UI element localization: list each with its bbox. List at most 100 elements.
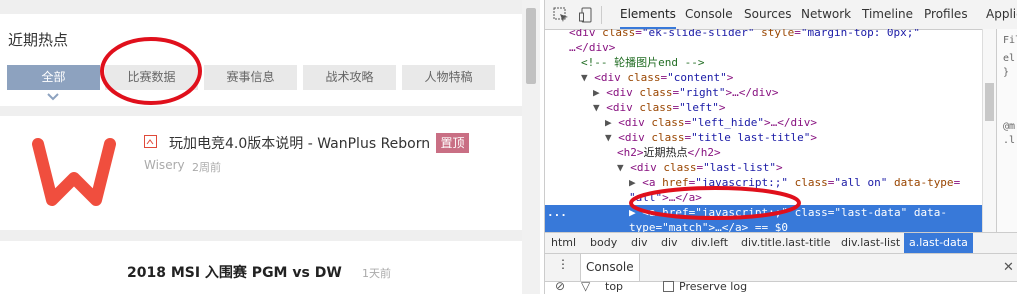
dom-token: "left" — [679, 101, 719, 114]
dom-token: "right" — [679, 86, 726, 99]
dom-token: href — [662, 176, 689, 189]
tab-profiles[interactable]: 人物特稿 — [402, 65, 495, 90]
filter-icon[interactable]: ▽ — [581, 279, 590, 293]
dom-token: "margin-top: 0px;" — [800, 29, 921, 39]
expand-triangle-icon[interactable]: ▼ — [605, 131, 618, 144]
dom-node[interactable]: <div class="ek-slide-slider" style="marg… — [545, 29, 982, 40]
preserve-log-checkbox[interactable] — [663, 281, 674, 292]
dom-token: "javascript:;" — [695, 176, 788, 189]
dom-node-selected[interactable]: type="match">…</a> == $0 — [545, 220, 982, 232]
tab-event-info[interactable]: 赛事信息 — [204, 65, 297, 90]
tab-tactics[interactable]: 战术攻略 — [303, 65, 396, 90]
dom-node[interactable]: ▼ <div class="title last-title"> — [545, 130, 982, 145]
console-toolbar: ⊘ ▽ top Preserve log — [545, 279, 1017, 294]
dom-token: div — [575, 29, 603, 39]
dom-node[interactable]: ▼ <div class="last-list"> — [545, 160, 982, 175]
tab-network[interactable]: Network — [801, 0, 851, 29]
dom-token: "last-data" — [834, 206, 908, 219]
dom-token: > — [718, 101, 726, 114]
inspect-element-icon[interactable] — [553, 7, 569, 23]
dom-node[interactable]: ▼ <div class="content"> — [545, 70, 982, 85]
dom-node[interactable]: ▶ <div class="right">…</div> — [545, 85, 982, 100]
collapse-triangle-icon[interactable]: ▶ — [629, 206, 642, 219]
breadcrumb-item-selected[interactable]: a.last-data — [904, 233, 973, 253]
breadcrumb-item[interactable]: html — [551, 233, 576, 253]
more-vert-icon[interactable]: ⋮ — [557, 257, 569, 271]
broken-image-icon — [144, 135, 157, 148]
breadcrumb-item[interactable]: div.title.last-title — [741, 233, 831, 253]
news-title[interactable]: 玩加电竞4.0版本说明 - WanPlus Reborn — [169, 133, 430, 153]
breadcrumb-item[interactable]: div — [631, 233, 648, 253]
pinned-badge: 置顶 — [436, 133, 469, 153]
dom-node[interactable]: ▼ <div class="left"> — [545, 100, 982, 115]
dom-node[interactable]: ▶ <a href="javascript:;" class="all on" … — [545, 175, 982, 190]
dom-token: >…</div> — [763, 116, 817, 129]
dom-token: > — [810, 131, 817, 144]
breadcrumb-item[interactable]: body — [590, 233, 617, 253]
dom-token: data- — [913, 206, 947, 219]
styles-snippet: @m — [1003, 121, 1016, 132]
dom-scrollbar-thumb[interactable] — [985, 83, 994, 121]
clear-console-icon[interactable]: ⊘ — [555, 279, 565, 293]
dom-scrollbar[interactable] — [982, 29, 997, 232]
dom-token: class — [651, 116, 685, 129]
expand-triangle-icon[interactable]: ▼ — [593, 101, 606, 114]
breadcrumb-item[interactable]: div.left — [691, 233, 728, 253]
news-item[interactable]: 2018 MSI 入围赛 PGM vs DW 1天前 — [0, 241, 522, 294]
dom-token: href — [662, 206, 689, 219]
page-scrollbar[interactable] — [522, 0, 540, 294]
dom-token: </h2> — [687, 146, 721, 159]
dom-token: = — [635, 29, 642, 39]
news-time: 1天前 — [362, 267, 391, 280]
dom-token: data-type — [893, 176, 954, 189]
tab-timeline[interactable]: Timeline — [862, 0, 913, 29]
collapse-triangle-icon[interactable]: ▶ — [605, 116, 618, 129]
close-icon[interactable]: ✕ — [1003, 254, 1014, 281]
dom-token: class — [794, 176, 828, 189]
dom-token: <!-- 轮播图片end --> — [581, 56, 705, 69]
devtools-toolbar: Elements Console Sources Network Timelin… — [545, 0, 1017, 30]
dom-token: < — [569, 29, 576, 39]
page-scrollbar-thumb[interactable] — [526, 8, 536, 84]
collapse-triangle-icon[interactable]: ▶ — [629, 176, 642, 189]
news-item[interactable]: 玩加电竞4.0版本说明 - WanPlus Reborn 置顶 Wisery 2… — [0, 116, 522, 230]
dom-node[interactable]: …</div> — [545, 40, 982, 55]
styles-snippet: Filt — [1003, 35, 1017, 46]
tab-application[interactable]: Applica — [986, 0, 1017, 29]
breadcrumb-item[interactable]: div.last-list — [841, 233, 900, 253]
dom-token: <div — [606, 86, 640, 99]
device-mode-icon[interactable] — [579, 7, 595, 23]
tab-match-data[interactable]: 比赛数据 — [105, 65, 198, 90]
drawer-tab-console[interactable]: Console — [580, 254, 640, 281]
dom-token: class — [663, 161, 697, 174]
dom-token: >…</a> — [708, 221, 749, 232]
dom-node-selected[interactable]: ▶ <a href="javascript:;" class="last-dat… — [545, 205, 982, 220]
tab-all[interactable]: 全部 — [7, 65, 100, 90]
web-page: 近期热点 全部 比赛数据 赛事信息 战术攻略 人物特稿 玩加电竞4.0版本说明 … — [0, 0, 540, 294]
dom-tree[interactable]: <div class="ek-slide-slider" style="marg… — [545, 29, 982, 232]
dom-token: class — [794, 206, 828, 219]
dom-token: == $0 — [748, 221, 788, 232]
breadcrumb: html body div div div.left div.title.las… — [545, 232, 1017, 254]
collapse-triangle-icon[interactable]: ▶ — [593, 86, 606, 99]
dom-token: <div — [630, 161, 664, 174]
tab-console[interactable]: Console — [685, 0, 733, 29]
news-title[interactable]: 2018 MSI 入围赛 PGM vs DW — [127, 262, 342, 282]
devtools-panel: Elements Console Sources Network Timelin… — [544, 0, 1017, 294]
context-select[interactable]: top — [605, 280, 623, 293]
dom-node[interactable]: <h2>近期热点</h2> — [545, 145, 982, 160]
tab-elements[interactable]: Elements — [620, 0, 676, 29]
dom-token: style — [761, 29, 795, 39]
styles-snippet: } — [1003, 67, 1010, 78]
tab-profiles[interactable]: Profiles — [924, 0, 968, 29]
styles-pane[interactable]: Filt el } @m .l — [996, 29, 1017, 232]
expand-triangle-icon[interactable]: ▼ — [617, 161, 630, 174]
dom-node[interactable]: "all">…</a> — [545, 190, 982, 205]
dom-token: class — [602, 29, 636, 39]
tab-sources[interactable]: Sources — [744, 0, 791, 29]
dom-node[interactable]: <!-- 轮播图片end --> — [545, 55, 982, 70]
dom-token: "javascript:;" — [695, 206, 788, 219]
breadcrumb-item[interactable]: div — [661, 233, 678, 253]
dom-node[interactable]: ▶ <div class="left_hide">…</div> — [545, 115, 982, 130]
expand-triangle-icon[interactable]: ▼ — [581, 71, 594, 84]
